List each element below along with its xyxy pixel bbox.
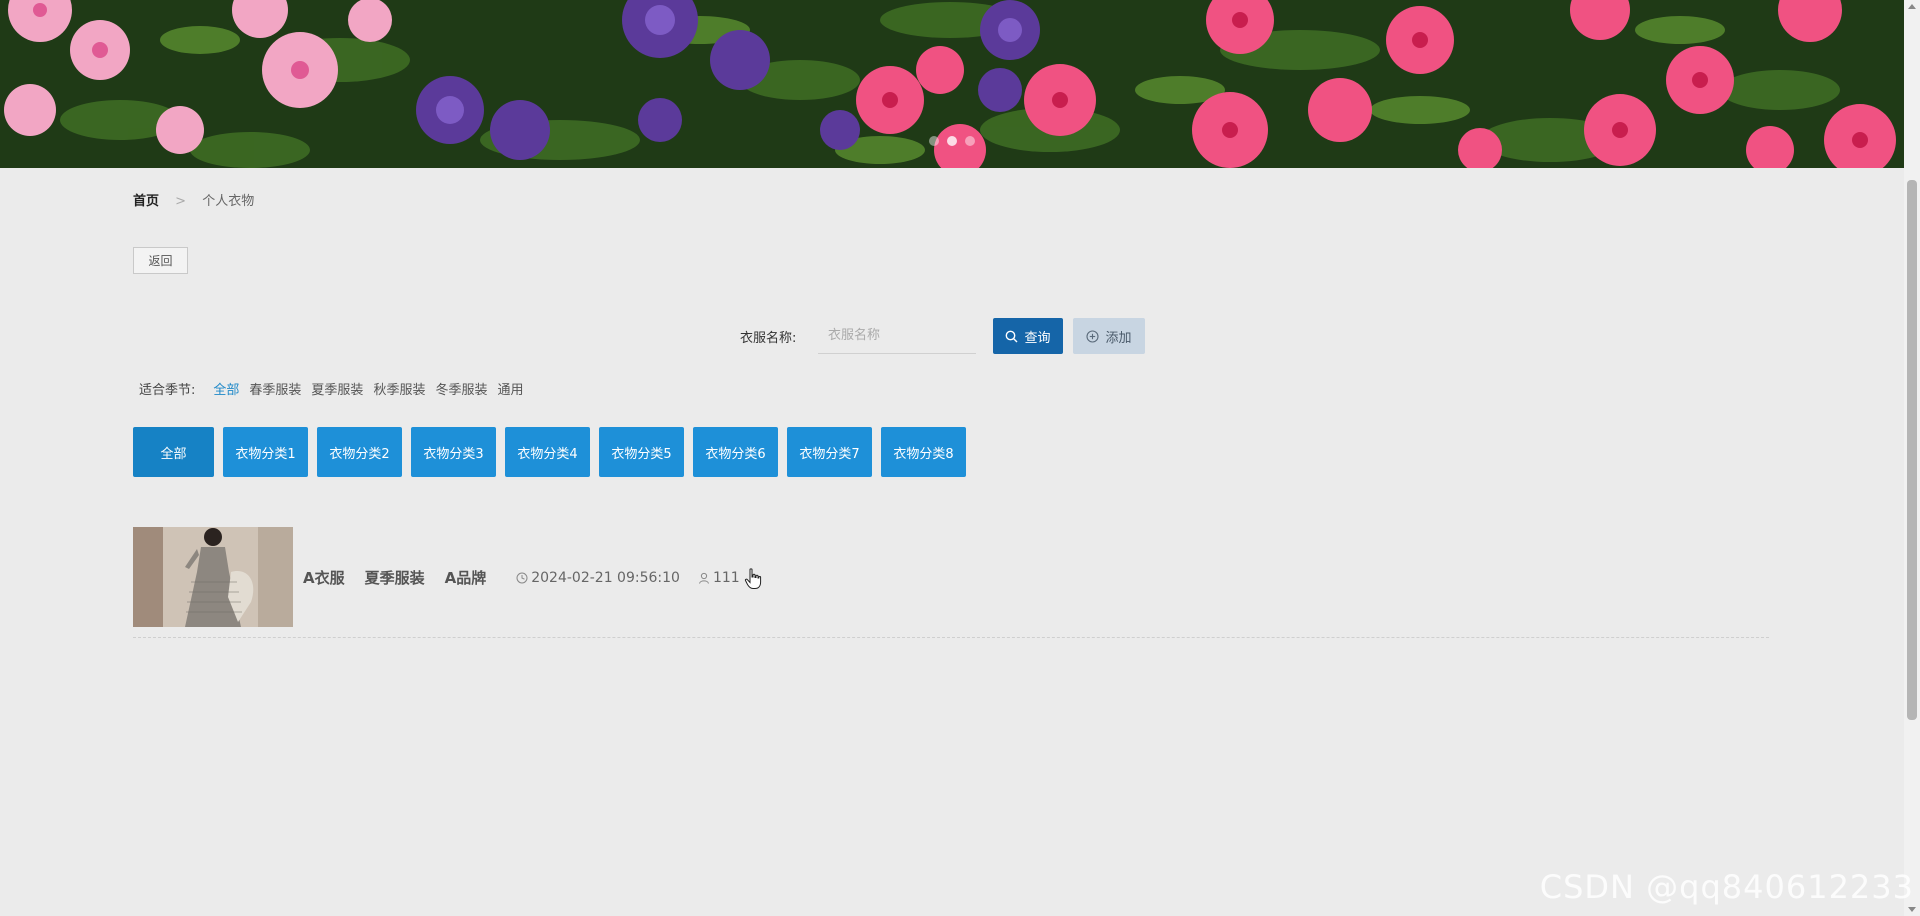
breadcrumb-separator: > (175, 194, 187, 209)
season-option-winter[interactable]: 冬季服装 (435, 379, 487, 398)
scroll-up-icon[interactable] (1908, 4, 1916, 9)
category-button-6[interactable]: 衣物分类6 (693, 427, 778, 477)
carousel-dot[interactable] (947, 136, 957, 146)
clothes-user: 111 (698, 570, 740, 586)
clock-icon (516, 572, 528, 583)
add-button[interactable]: 添加 (1073, 318, 1145, 354)
query-button[interactable]: 查询 (993, 318, 1063, 354)
query-button-label: 查询 (1024, 330, 1051, 346)
category-button-7[interactable]: 衣物分类7 (787, 427, 872, 477)
search-label: 衣服名称: (740, 331, 797, 346)
category-button-1[interactable]: 衣物分类1 (223, 427, 308, 477)
scroll-down-icon[interactable] (1908, 907, 1916, 912)
add-circle-icon (1086, 329, 1100, 343)
clothes-season: 夏季服装 (364, 569, 425, 587)
clothes-info: A衣服 夏季服装 A品牌 2024-02-21 09:56:10 111 (303, 567, 758, 588)
season-filter: 适合季节: 全部 春季服装 夏季服装 秋季服装 冬季服装 通用 (139, 379, 523, 398)
category-button-8[interactable]: 衣物分类8 (881, 427, 966, 477)
clothes-list-item[interactable]: A衣服 夏季服装 A品牌 2024-02-21 09:56:10 111 (133, 527, 1769, 638)
search-icon (1006, 330, 1018, 342)
clothes-name-search-input[interactable] (818, 318, 976, 354)
clothes-time: 2024-02-21 09:56:10 (516, 570, 680, 586)
watermark: CSDN @qq840612233 (1539, 868, 1914, 906)
season-option-summer[interactable]: 夏季服装 (311, 379, 363, 398)
season-option-all[interactable]: 全部 (213, 379, 239, 398)
clothes-time-text: 2024-02-21 09:56:10 (531, 569, 680, 586)
season-option-spring[interactable]: 春季服装 (249, 379, 301, 398)
breadcrumb: 首页 > 个人衣物 (133, 190, 254, 209)
user-icon (698, 572, 709, 584)
category-button-3[interactable]: 衣物分类3 (411, 427, 496, 477)
hand-pointer-icon (744, 568, 762, 589)
breadcrumb-home-link[interactable]: 首页 (133, 194, 159, 209)
clothes-user-text: 111 (712, 569, 740, 586)
clothes-name[interactable]: A衣服 (303, 567, 345, 588)
scroll-thumb[interactable] (1907, 180, 1917, 720)
back-button[interactable]: 返回 (133, 247, 188, 274)
category-button-4[interactable]: 衣物分类4 (505, 427, 590, 477)
season-option-autumn[interactable]: 秋季服装 (373, 379, 425, 398)
category-button-2[interactable]: 衣物分类2 (317, 427, 402, 477)
season-option-general[interactable]: 通用 (497, 379, 523, 398)
clothes-photo (133, 527, 293, 627)
carousel-dot[interactable] (929, 136, 939, 146)
category-button-all[interactable]: 全部 (133, 427, 214, 477)
hero-banner (0, 0, 1904, 168)
carousel-dot[interactable] (965, 136, 975, 146)
category-buttons: 全部 衣物分类1 衣物分类2 衣物分类3 衣物分类4 衣物分类5 衣物分类6 衣… (133, 427, 966, 477)
carousel-dots (929, 136, 975, 146)
breadcrumb-current: 个人衣物 (202, 194, 255, 209)
category-button-5[interactable]: 衣物分类5 (599, 427, 684, 477)
season-filter-label: 适合季节: (139, 383, 196, 398)
clothes-brand: A品牌 (444, 569, 487, 587)
add-button-label: 添加 (1105, 330, 1132, 346)
clothes-thumbnail[interactable] (133, 527, 293, 627)
vertical-scrollbar[interactable] (1904, 0, 1920, 916)
